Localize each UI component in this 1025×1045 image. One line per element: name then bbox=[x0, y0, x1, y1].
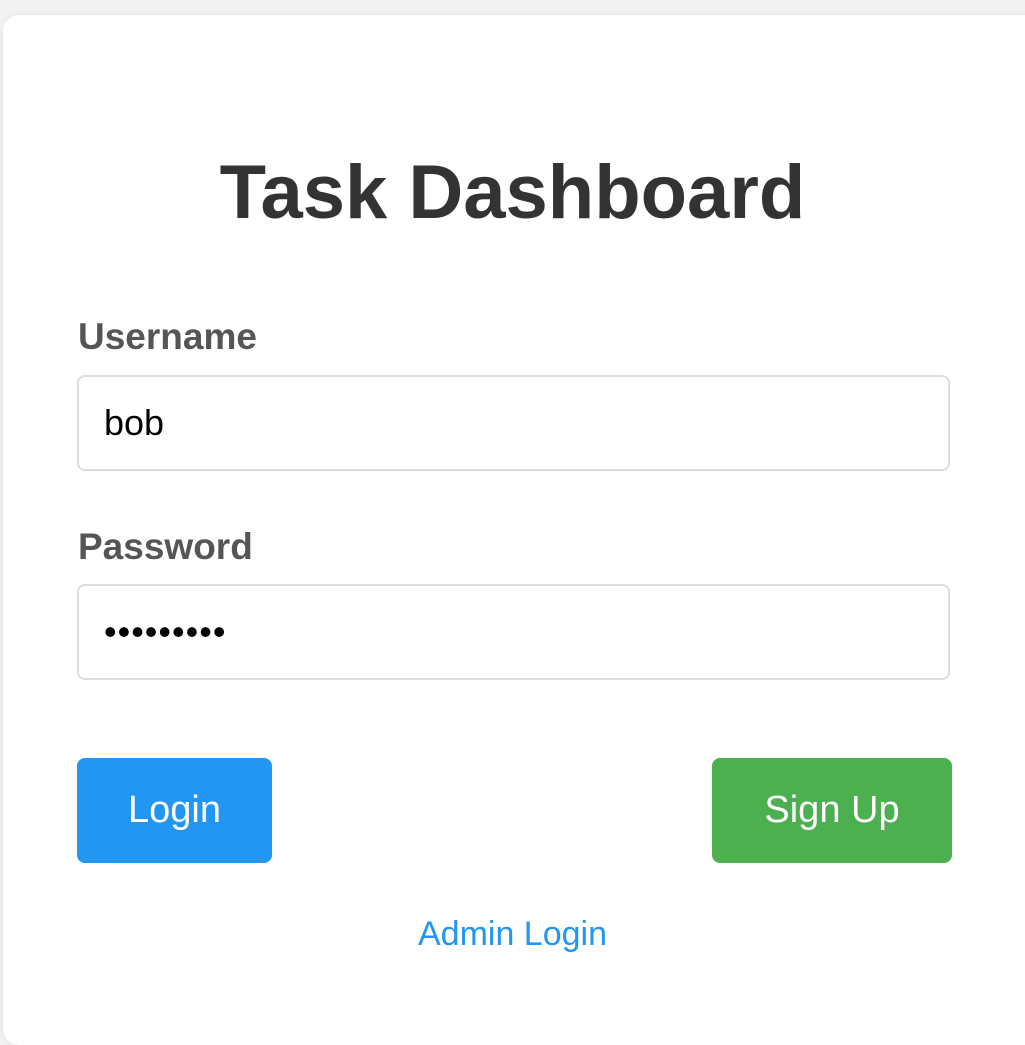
login-button[interactable]: Login bbox=[77, 758, 272, 863]
admin-login-link[interactable]: Admin Login bbox=[0, 913, 1025, 955]
username-label: Username bbox=[78, 316, 257, 357]
username-input[interactable] bbox=[77, 375, 950, 471]
password-input[interactable] bbox=[77, 584, 950, 680]
password-label: Password bbox=[78, 526, 253, 567]
page-title: Task Dashboard bbox=[219, 150, 806, 235]
signup-button[interactable]: Sign Up bbox=[712, 758, 952, 863]
